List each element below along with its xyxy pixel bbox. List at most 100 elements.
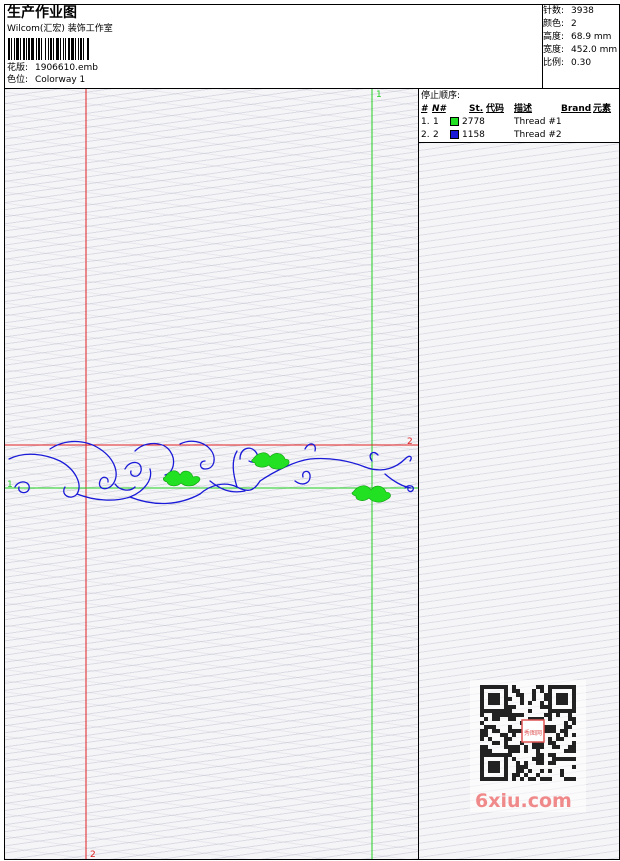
qr-cell	[504, 733, 508, 737]
qr-cell	[556, 701, 560, 705]
leaf-motif-2	[251, 452, 290, 470]
qr-cell	[572, 741, 576, 745]
qr-cell	[496, 693, 500, 697]
qr-cell	[496, 697, 500, 701]
qr-cell	[484, 753, 488, 757]
stop-sequence-title: 停止顺序:	[421, 91, 461, 101]
qr-cell	[528, 709, 532, 713]
qr-cell	[560, 757, 564, 761]
qr-cell	[508, 709, 512, 713]
qr-cell	[548, 705, 552, 709]
qr-cell	[484, 777, 488, 781]
qr-cell	[552, 753, 556, 757]
qr-cell	[560, 773, 564, 777]
qr-cell	[492, 765, 496, 769]
qr-cell	[524, 749, 528, 753]
stat-scale-value: 0.30	[571, 58, 592, 68]
barcode-bar	[87, 38, 89, 60]
qr-cell	[548, 713, 552, 717]
qr-cell	[492, 717, 496, 721]
qr-cell	[552, 761, 556, 765]
qr-cell	[500, 713, 504, 717]
col-header-brand: Brand	[561, 104, 592, 114]
qr-cell	[484, 749, 488, 753]
qr-cell	[512, 745, 516, 749]
qr-cell	[504, 693, 508, 697]
qr-cell	[556, 709, 560, 713]
qr-cell	[564, 709, 568, 713]
design-filename: 1906610.emb	[35, 63, 98, 73]
qr-cell	[496, 761, 500, 765]
qr-cell	[568, 745, 572, 749]
embroidery-canvas: 1 2 1 2	[5, 89, 418, 859]
qr-cell	[564, 733, 568, 737]
qr-cell	[552, 741, 556, 745]
qr-cell	[560, 685, 564, 689]
qr-cell	[572, 749, 576, 753]
qr-cell	[516, 773, 520, 777]
stat-height-label: 高度:	[543, 32, 565, 42]
qr-cell	[480, 749, 484, 753]
guide-red-horizontal-label: 2	[407, 437, 413, 447]
barcode-bar	[20, 38, 21, 60]
qr-cell	[488, 701, 492, 705]
qr-cell	[552, 709, 556, 713]
qr-cell	[488, 765, 492, 769]
qr-cell	[516, 749, 520, 753]
qr-cell	[488, 769, 492, 773]
design-preview: 1 2 1 2	[4, 88, 419, 860]
barcode-bar	[68, 38, 70, 60]
qr-cell	[504, 709, 508, 713]
qr-cell	[552, 729, 556, 733]
qr-cell	[564, 721, 568, 725]
company-name: Wilcom(汇宏) 装饰工作室	[7, 24, 113, 34]
qr-cell	[496, 729, 500, 733]
qr-cell	[548, 685, 552, 689]
barcode-bar	[48, 38, 49, 60]
qr-cell	[544, 693, 548, 697]
qr-cell	[568, 749, 572, 753]
qr-cell	[504, 773, 508, 777]
qr-cell	[568, 777, 572, 781]
qr-cell	[480, 773, 484, 777]
qr-cell	[496, 741, 500, 745]
qr-cell	[508, 745, 512, 749]
qr-cell	[520, 701, 524, 705]
qr-cell	[572, 745, 576, 749]
qr-cell	[480, 689, 484, 693]
barcode-bar	[23, 38, 25, 60]
qr-cell	[572, 733, 576, 737]
qr-cell	[544, 697, 548, 701]
qr-cell	[492, 729, 496, 733]
qr-cell	[512, 685, 516, 689]
barcode-bar	[65, 38, 66, 60]
qr-cell	[564, 729, 568, 733]
qr-cell	[564, 757, 568, 761]
qr-cell	[480, 753, 484, 757]
qr-cell	[516, 769, 520, 773]
qr-cell	[484, 685, 488, 689]
qr-cell	[480, 685, 484, 689]
qr-cell	[568, 757, 572, 761]
qr-cell	[548, 697, 552, 701]
qr-cell	[520, 765, 524, 769]
col-header-needle: N#	[432, 104, 446, 114]
row-description: Thread #1	[514, 117, 562, 127]
qr-cell	[528, 777, 532, 781]
qr-cell	[512, 717, 516, 721]
qr-cell	[496, 713, 500, 717]
qr-cell	[480, 729, 484, 733]
watermark-logo-text: 6xiu.com	[475, 790, 572, 812]
qr-cell	[532, 697, 536, 701]
stat-colors-value: 2	[571, 19, 577, 29]
qr-cell	[480, 733, 484, 737]
qr-cell	[512, 757, 516, 761]
qr-cell	[536, 685, 540, 689]
qr-cell	[480, 697, 484, 701]
qr-cell	[564, 701, 568, 705]
qr-cell	[492, 725, 496, 729]
qr-cell	[556, 733, 560, 737]
qr-cell	[480, 745, 484, 749]
qr-cell	[488, 749, 492, 753]
col-header-code: 代码	[486, 104, 505, 114]
